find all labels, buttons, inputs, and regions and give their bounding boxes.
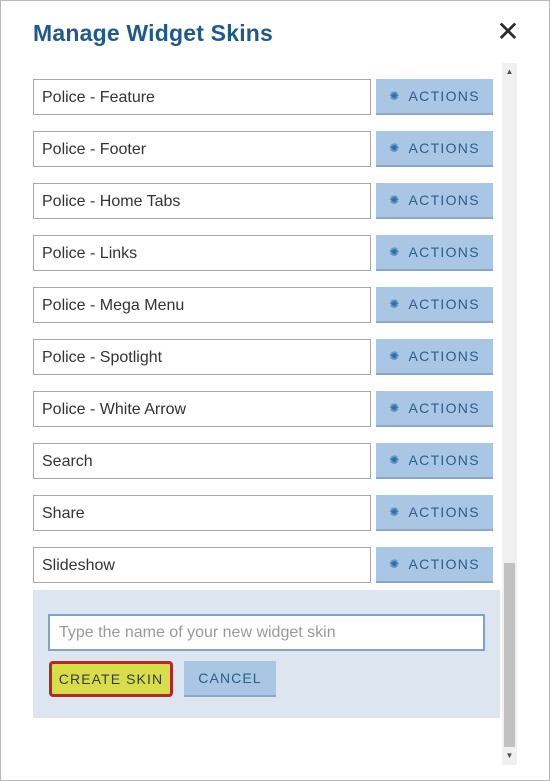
- dialog-title: Manage Widget Skins: [33, 20, 274, 46]
- skin-name-field[interactable]: Search: [33, 443, 371, 479]
- actions-label: ACTIONS: [408, 348, 480, 364]
- scroll-down-arrow-icon[interactable]: ▼: [502, 749, 517, 763]
- list-item: Police - Feature ✺ ACTIONS: [33, 79, 493, 131]
- actions-button[interactable]: ✺ ACTIONS: [376, 235, 493, 271]
- gear-icon: ✺: [389, 245, 401, 259]
- skin-name-field[interactable]: Police - Feature: [33, 79, 371, 115]
- actions-button[interactable]: ✺ ACTIONS: [376, 391, 493, 427]
- gear-icon: ✺: [389, 505, 401, 519]
- close-icon[interactable]: ✕: [496, 18, 520, 46]
- gear-icon: ✺: [389, 453, 401, 467]
- actions-button[interactable]: ✺ ACTIONS: [376, 547, 493, 583]
- list-item: Share ✺ ACTIONS: [33, 495, 493, 547]
- actions-label: ACTIONS: [408, 192, 480, 208]
- list-item: Police - Mega Menu ✺ ACTIONS: [33, 287, 493, 339]
- cancel-button[interactable]: CANCEL: [184, 661, 276, 697]
- actions-label: ACTIONS: [408, 400, 480, 416]
- skin-name-field[interactable]: Police - Home Tabs: [33, 183, 371, 219]
- gear-icon: ✺: [389, 89, 401, 103]
- actions-label: ACTIONS: [408, 140, 480, 156]
- gear-icon: ✺: [389, 401, 401, 415]
- actions-button[interactable]: ✺ ACTIONS: [376, 79, 493, 115]
- actions-label: ACTIONS: [408, 452, 480, 468]
- skin-name-field[interactable]: Police - Spotlight: [33, 339, 371, 375]
- actions-button[interactable]: ✺ ACTIONS: [376, 339, 493, 375]
- gear-icon: ✺: [389, 557, 401, 571]
- actions-label: ACTIONS: [408, 244, 480, 260]
- list-item: Police - Links ✺ ACTIONS: [33, 235, 493, 287]
- new-skin-name-input[interactable]: [48, 614, 485, 651]
- skin-name-field[interactable]: Police - White Arrow: [33, 391, 371, 427]
- gear-icon: ✺: [389, 297, 401, 311]
- scroll-up-arrow-icon[interactable]: ▲: [502, 65, 517, 79]
- actions-button[interactable]: ✺ ACTIONS: [376, 131, 493, 167]
- actions-button[interactable]: ✺ ACTIONS: [376, 443, 493, 479]
- manage-widget-skins-dialog: Manage Widget Skins ✕ Police - Feature ✺…: [0, 0, 550, 781]
- create-skin-panel: CREATE SKIN CANCEL: [33, 590, 500, 718]
- actions-button[interactable]: ✺ ACTIONS: [376, 183, 493, 219]
- actions-label: ACTIONS: [408, 88, 480, 104]
- list-item: Police - White Arrow ✺ ACTIONS: [33, 391, 493, 443]
- skin-name-field[interactable]: Slideshow: [33, 547, 371, 583]
- list-item: Police - Spotlight ✺ ACTIONS: [33, 339, 493, 391]
- scrollbar-thumb[interactable]: [504, 563, 515, 747]
- actions-button[interactable]: ✺ ACTIONS: [376, 495, 493, 531]
- list-item: Police - Home Tabs ✺ ACTIONS: [33, 183, 493, 235]
- actions-label: ACTIONS: [408, 556, 480, 572]
- actions-button[interactable]: ✺ ACTIONS: [376, 287, 493, 323]
- skin-list: Police - Feature ✺ ACTIONS Police - Foot…: [33, 79, 493, 599]
- skin-name-field[interactable]: Police - Links: [33, 235, 371, 271]
- list-item: Police - Footer ✺ ACTIONS: [33, 131, 493, 183]
- gear-icon: ✺: [389, 141, 401, 155]
- create-skin-button[interactable]: CREATE SKIN: [49, 661, 173, 697]
- gear-icon: ✺: [389, 193, 401, 207]
- actions-label: ACTIONS: [408, 504, 480, 520]
- skin-name-field[interactable]: Police - Mega Menu: [33, 287, 371, 323]
- actions-label: ACTIONS: [408, 296, 480, 312]
- gear-icon: ✺: [389, 349, 401, 363]
- skin-name-field[interactable]: Share: [33, 495, 371, 531]
- vertical-scrollbar[interactable]: ▲ ▼: [502, 63, 517, 765]
- skin-name-field[interactable]: Police - Footer: [33, 131, 371, 167]
- list-item: Search ✺ ACTIONS: [33, 443, 493, 495]
